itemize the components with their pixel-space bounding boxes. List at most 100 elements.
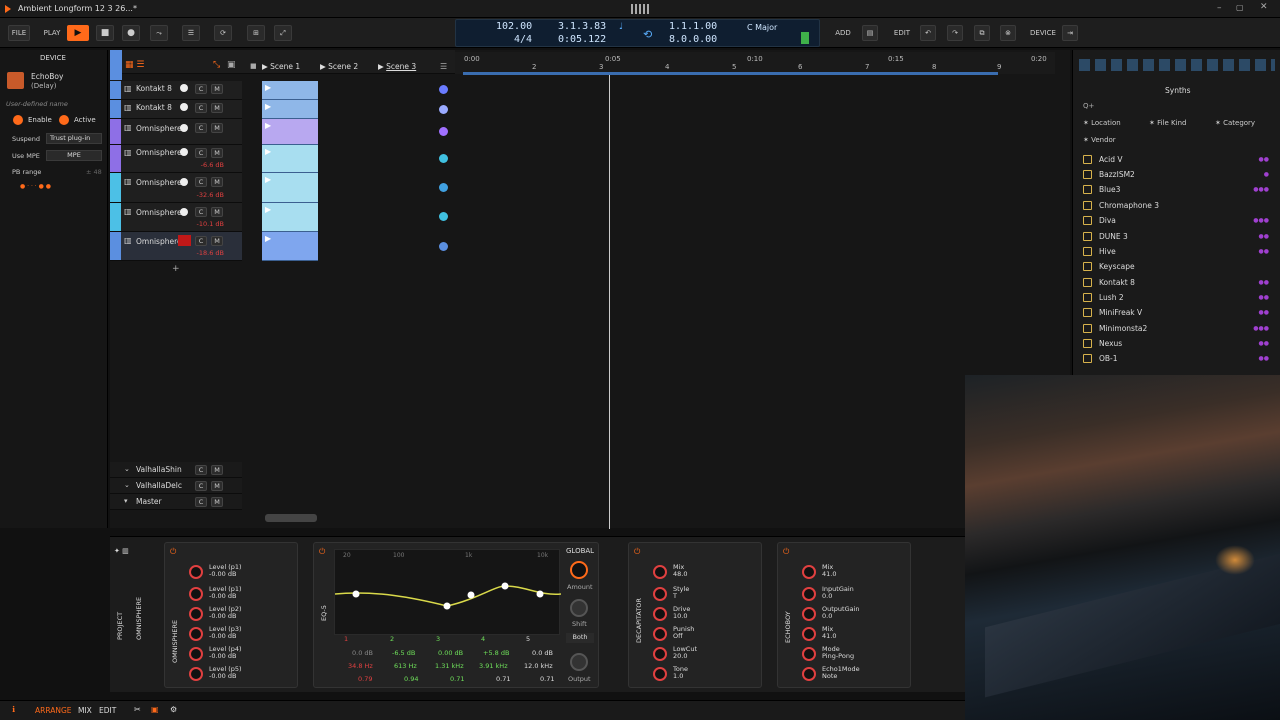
param-knob[interactable] <box>802 565 816 579</box>
scene-2[interactable]: ▶ Scene 2 <box>320 62 358 71</box>
amount-knob[interactable] <box>570 561 588 579</box>
redo-button[interactable]: ↷ <box>947 25 963 41</box>
track-name[interactable]: Omnisphere <box>136 178 182 187</box>
track-row[interactable]: ▥ Kontakt 8 C M <box>110 81 242 100</box>
param-knob[interactable] <box>802 667 816 681</box>
modulator-icons[interactable]: ● · · · ● ● <box>20 183 90 190</box>
expand-arrow-icon[interactable]: ⌄ <box>124 465 130 473</box>
band-q[interactable]: 0.94 <box>404 675 418 683</box>
browser-item[interactable]: Chromaphone 3 <box>1083 199 1273 213</box>
scene-3[interactable]: ▶ Scene 3 <box>378 62 416 71</box>
track-cue-button[interactable]: C <box>195 103 207 113</box>
metronome-icon[interactable]: ♩ <box>619 22 623 32</box>
fx-track-name[interactable]: ValhallaDelc <box>136 481 182 490</box>
browser-item[interactable]: Diva ●●● <box>1083 214 1273 228</box>
settings-sliders-icon[interactable]: ⚙ <box>170 705 177 714</box>
record-arm-icon[interactable] <box>180 103 188 111</box>
edit-button[interactable]: EDIT <box>892 25 912 41</box>
loop-toggle-icon[interactable]: ⟲ <box>643 28 652 41</box>
track-name[interactable]: Omnisphere <box>136 208 182 217</box>
clip[interactable]: ▶ <box>262 145 318 173</box>
band-gain[interactable]: +5.8 dB <box>483 649 509 657</box>
track-name[interactable]: Kontakt 8 <box>136 84 172 93</box>
track-cue-button[interactable]: C <box>195 481 207 491</box>
use-mpe-button[interactable]: MPE <box>46 150 102 161</box>
automation-button[interactable]: ⤳ <box>150 25 168 41</box>
track-mute-button[interactable]: M <box>211 465 223 475</box>
eq-graph[interactable]: 20 100 1k 10k <box>334 549 561 635</box>
band-gain[interactable]: 0.0 dB <box>352 649 373 657</box>
band-number[interactable]: 4 <box>481 635 485 643</box>
play-position[interactable]: 3.1.3.83 <box>558 21 606 32</box>
clip-play-icon[interactable]: ▶ <box>265 234 271 243</box>
key-display[interactable]: C Major <box>747 23 777 32</box>
param-knob[interactable] <box>653 565 667 579</box>
browser-item[interactable]: Nexus ●● <box>1083 337 1273 351</box>
panel-toggle-button[interactable]: ⇥ <box>1062 25 1078 41</box>
track-name[interactable]: Kontakt 8 <box>136 103 172 112</box>
track-mute-button[interactable]: M <box>211 123 223 133</box>
band-number[interactable]: 2 <box>390 635 394 643</box>
edit-tab[interactable]: EDIT <box>99 706 116 715</box>
file-button[interactable]: FILE <box>8 25 30 41</box>
track-row[interactable]: ▥ Kontakt 8 C M <box>110 100 242 119</box>
track-cue-button[interactable]: C <box>195 497 207 507</box>
filter-file-kind[interactable]: ✶ File Kind <box>1149 119 1186 127</box>
band-gain[interactable]: 0.00 dB <box>438 649 463 657</box>
param-knob[interactable] <box>653 607 667 621</box>
track-cue-button[interactable]: C <box>195 177 207 187</box>
add-track-icon[interactable]: + <box>172 264 180 274</box>
track-name[interactable]: Omnisphere <box>136 124 182 133</box>
time-signature[interactable]: 4/4 <box>514 34 532 45</box>
band-gain[interactable]: 0.0 dB <box>532 649 553 657</box>
master-track-name[interactable]: Master <box>136 497 162 506</box>
device-view-icon[interactable]: ▣ <box>151 705 159 714</box>
record-arm-icon[interactable] <box>180 208 188 216</box>
track-cue-button[interactable]: C <box>195 148 207 158</box>
track-cue-button[interactable]: C <box>195 465 207 475</box>
project-tab[interactable]: PROJECT <box>116 612 124 640</box>
band-q[interactable]: 0.79 <box>358 675 372 683</box>
close-icon[interactable]: ✕ <box>1260 2 1268 12</box>
track-row[interactable]: ▥ Omnisphere C M <box>110 119 242 145</box>
menu-icon[interactable]: ☰ <box>440 62 447 71</box>
band-number[interactable]: 5 <box>526 635 530 643</box>
record-arm-icon[interactable] <box>180 148 188 156</box>
param-knob[interactable] <box>189 647 203 661</box>
fx-track-row[interactable]: ⌄ ValhallaShin C M <box>110 462 242 478</box>
browser-item[interactable]: Blue3 ●●● <box>1083 183 1273 197</box>
track-name[interactable]: Omnisphere <box>136 148 182 157</box>
expand-arrow-icon[interactable]: ⌄ <box>124 481 130 489</box>
track-volume[interactable]: -10.1 dB <box>197 220 224 228</box>
clip-launch-button[interactable]: ⤢ <box>274 25 292 41</box>
param-knob[interactable] <box>653 587 667 601</box>
grid-button[interactable]: ⊞ <box>247 25 265 41</box>
add-button[interactable]: ADD <box>833 25 853 41</box>
band-number[interactable]: 1 <box>344 635 348 643</box>
undo-button[interactable]: ↶ <box>920 25 936 41</box>
fx-track-name[interactable]: ValhallaShin <box>136 465 182 474</box>
track-row[interactable]: ▥ Omnisphere C M -32.6 dB <box>110 173 242 203</box>
loop-end[interactable]: 8.0.0.00 <box>669 34 717 45</box>
power-icon[interactable]: ⏻ <box>634 547 640 557</box>
band-number[interactable]: 3 <box>436 635 440 643</box>
browser-item[interactable]: BazzISM2 ● <box>1083 168 1273 182</box>
clip[interactable]: ▶ <box>262 100 318 119</box>
param-knob[interactable] <box>189 667 203 681</box>
clip-play-icon[interactable]: ▶ <box>265 83 271 92</box>
minimize-icon[interactable]: – <box>1217 3 1222 13</box>
omnisphere-tab[interactable]: OMNISPHERE <box>135 597 143 640</box>
play-label-button[interactable]: PLAY <box>40 25 64 41</box>
browser-item[interactable]: Acid V ●● <box>1083 153 1273 167</box>
browser-item[interactable]: DUNE 3 ●● <box>1083 230 1273 244</box>
track-row[interactable]: ▥ Omnisphere C M -6.6 dB <box>110 145 242 173</box>
param-knob[interactable] <box>653 667 667 681</box>
record-arm-icon[interactable] <box>180 84 188 92</box>
track-cue-button[interactable]: C <box>195 207 207 217</box>
clip[interactable]: ▶ <box>262 173 318 203</box>
param-knob[interactable] <box>653 627 667 641</box>
scene-stop-icon[interactable]: ■ <box>250 62 257 70</box>
play-time[interactable]: 0:05.122 <box>558 34 606 45</box>
scissors-icon[interactable]: ✂ <box>134 705 141 714</box>
project-icon-button[interactable]: ▤ <box>862 25 878 41</box>
